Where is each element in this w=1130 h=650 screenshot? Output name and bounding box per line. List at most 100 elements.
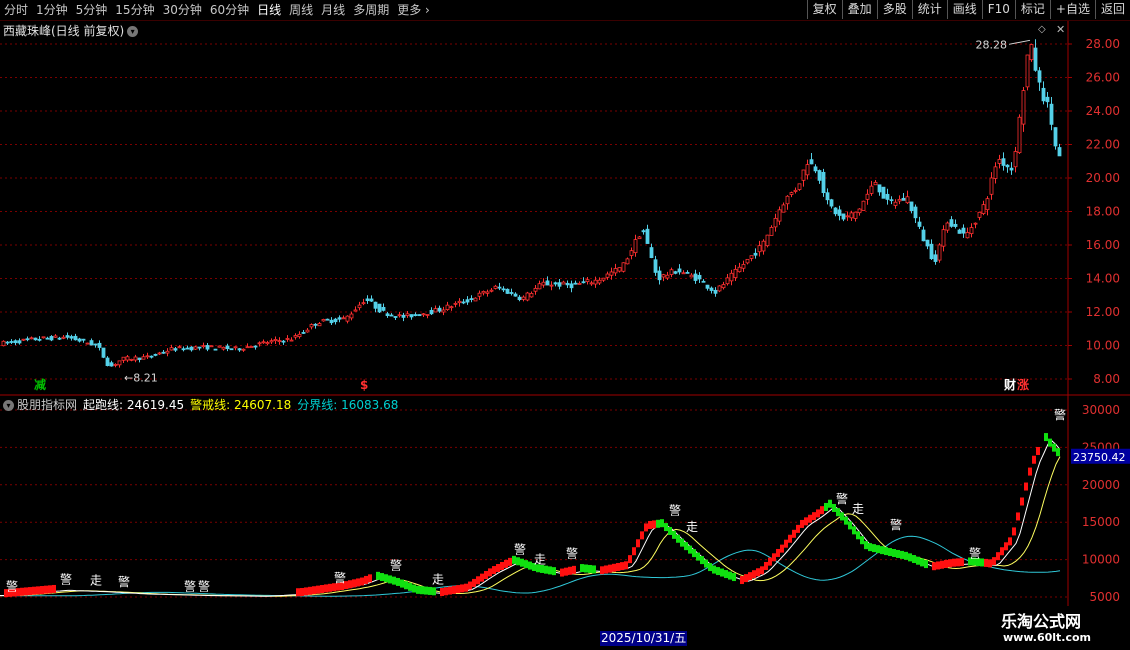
candle-body — [489, 289, 494, 292]
tool-button-7[interactable]: +自选 — [1049, 0, 1095, 19]
tool-button-8[interactable]: 返回 — [1094, 0, 1130, 19]
candle-body — [777, 209, 782, 222]
rise-signal-block — [1028, 467, 1032, 476]
rise-signal-block — [440, 588, 444, 597]
period-tab-3[interactable]: 15分钟 — [111, 0, 158, 20]
candle-body — [937, 244, 942, 261]
indicator-tick-label: 15000 — [1082, 515, 1120, 529]
candle-body — [253, 345, 258, 348]
rise-signal-block — [628, 555, 632, 564]
fall-signal-block — [840, 512, 844, 521]
candle-body — [733, 268, 738, 279]
candle-body — [277, 340, 282, 342]
fall-signal-block — [732, 573, 736, 582]
candle-body — [637, 236, 642, 240]
candle-body — [305, 329, 310, 333]
candle-body — [313, 323, 318, 326]
price-tick-label: 8.00 — [1093, 372, 1120, 386]
period-tab-2[interactable]: 5分钟 — [72, 0, 112, 20]
rise-signal-block — [784, 539, 788, 548]
candle-body — [861, 200, 866, 211]
indicator-header: ▾ 股朋指标网 起跑线: 24619.45 警戒线: 24607.18 分界线: 160… — [3, 396, 398, 413]
candle-body — [17, 340, 22, 344]
candle-body — [537, 283, 542, 290]
tool-button-1[interactable]: 叠加 — [841, 0, 877, 19]
candle-body — [541, 281, 546, 286]
candle-body — [1041, 87, 1046, 102]
tool-button-6[interactable]: 标记 — [1014, 0, 1050, 19]
rise-signal-block — [32, 586, 36, 595]
rise-signal-block — [460, 584, 464, 593]
candle-body — [513, 293, 518, 297]
candle-body — [913, 206, 918, 219]
fall-signal-block — [1048, 438, 1052, 447]
candle-body — [1005, 164, 1010, 168]
price-tick-label: 18.00 — [1086, 205, 1120, 219]
candle-body — [77, 338, 82, 342]
period-tab-6[interactable]: 日线 — [253, 0, 285, 20]
more-periods-menu[interactable]: 更多 › — [393, 0, 434, 20]
candle-body — [213, 348, 218, 351]
fall-signal-block — [876, 545, 880, 554]
period-tab-4[interactable]: 30分钟 — [159, 0, 206, 20]
tool-button-2[interactable]: 多股 — [876, 0, 912, 19]
fall-signal-block — [872, 544, 876, 553]
candle-body — [221, 346, 226, 350]
tool-button-4[interactable]: 画线 — [946, 0, 982, 19]
candle-body — [569, 283, 574, 289]
candle-body — [765, 234, 770, 247]
price-tick-label: 10.00 — [1086, 339, 1120, 353]
rise-signal-block — [612, 563, 616, 572]
candle-body — [909, 201, 914, 212]
tool-button-3[interactable]: 统计 — [911, 0, 947, 19]
candle-body — [801, 169, 806, 181]
rise-signal-block — [360, 577, 364, 586]
candle-body — [473, 297, 478, 302]
event-marker: $ — [360, 378, 368, 392]
rise-signal-block — [508, 557, 512, 566]
period-toolbar: 分时 1分钟 5分钟 15分钟 30分钟 60分钟 日线 周线 月线 多周期 更多 › 复权 叠加 多股… — [0, 0, 1130, 21]
period-tab-7[interactable]: 周线 — [285, 0, 317, 20]
rise-signal-block — [1024, 482, 1028, 491]
fall-signal-block — [548, 566, 552, 575]
rise-signal-block — [752, 570, 756, 579]
candle-body — [881, 186, 886, 199]
period-tab-1[interactable]: 1分钟 — [32, 0, 72, 20]
candle-body — [333, 318, 338, 323]
period-tab-9[interactable]: 多周期 — [349, 0, 393, 20]
close-icon[interactable]: ✕ — [1056, 23, 1065, 36]
kline-chart[interactable]: 28.00 26.00 24.00 22.00 20.00 18.00 16.00 14.00… — [0, 21, 1130, 606]
rise-signal-block — [328, 583, 332, 592]
diamond-icon[interactable]: ◇ — [1038, 24, 1046, 35]
period-tab-0[interactable]: 分时 — [0, 0, 32, 20]
period-tabs: 分时 1分钟 5分钟 15分钟 30分钟 60分钟 日线 周线 月线 多周期 更多 › — [0, 0, 434, 20]
candle-body — [561, 281, 566, 285]
rise-signal-block — [44, 585, 48, 594]
price-tick-label: 26.00 — [1086, 71, 1120, 85]
period-tab-8[interactable]: 月线 — [317, 0, 349, 20]
rise-signal-block — [296, 588, 300, 597]
rise-signal-block — [504, 559, 508, 568]
event-marker: 涨 — [1017, 377, 1029, 392]
candle-body — [429, 309, 434, 315]
candle-body — [885, 193, 890, 200]
chevron-down-icon[interactable]: ▾ — [3, 400, 14, 411]
candle-body — [645, 228, 650, 244]
fall-signal-block — [836, 508, 840, 517]
candle-body — [617, 267, 622, 272]
rise-signal-block — [632, 547, 636, 556]
candle-body — [109, 362, 114, 367]
candle-body — [309, 324, 314, 328]
fall-signal-block — [400, 579, 404, 588]
candle-body — [169, 347, 174, 351]
fall-signal-block — [720, 568, 724, 577]
tool-button-0[interactable]: 复权 — [806, 0, 842, 19]
candle-body — [1009, 167, 1014, 171]
period-tab-5[interactable]: 60分钟 — [206, 0, 253, 20]
rise-signal-block — [604, 565, 608, 574]
chevron-down-icon[interactable]: ▾ — [127, 26, 139, 37]
tool-button-5[interactable]: F10 — [981, 0, 1015, 19]
candle-body — [857, 208, 862, 214]
candle-body — [301, 332, 306, 334]
fall-signal-block — [416, 585, 420, 594]
